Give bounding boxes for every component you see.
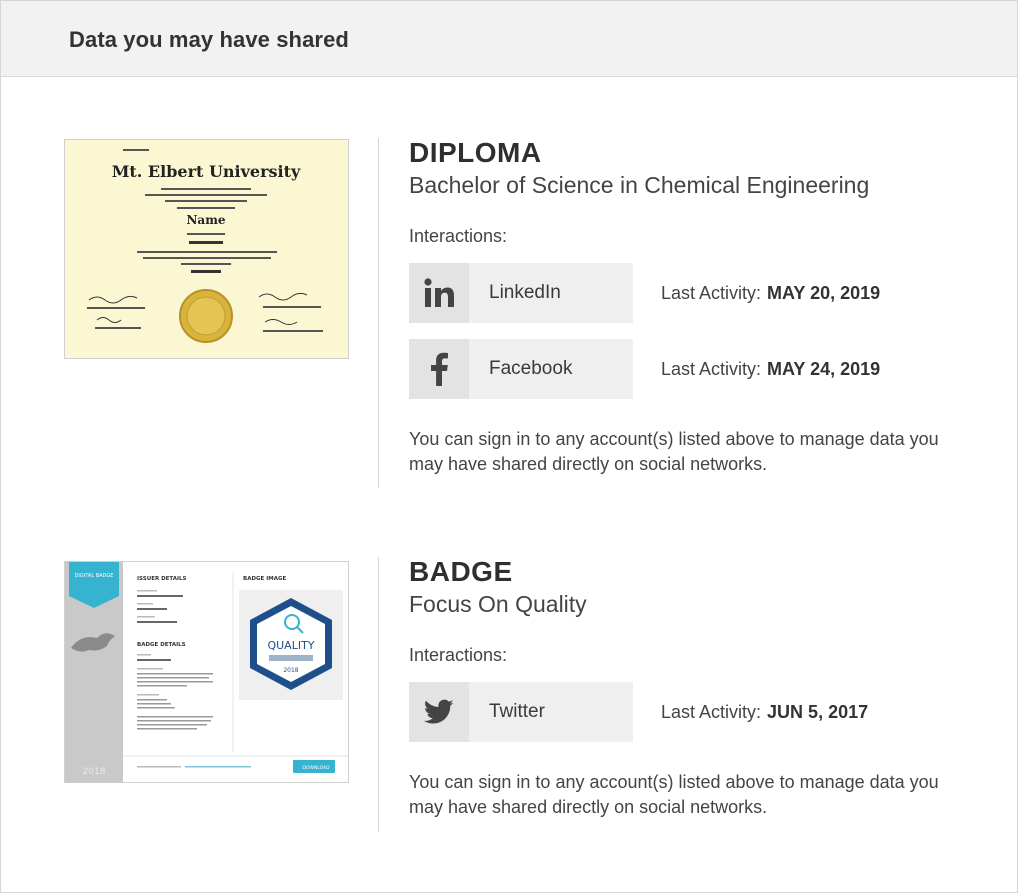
social-network-name: LinkedIn: [489, 282, 561, 303]
shared-data-panel: Data you may have shared Mt. Elbert Univ…: [0, 0, 1018, 893]
twitter-icon: [409, 682, 469, 742]
badge-details-heading: BADGE DETAILS: [137, 642, 186, 648]
credential-type: DIPLOMA: [409, 137, 542, 168]
diploma-thumbnail: Mt. Elbert University Name: [64, 139, 349, 359]
issuer-details-heading: ISSUER DETAILS: [137, 576, 187, 582]
social-network-name: Facebook: [489, 358, 573, 379]
interaction-row-linkedin: LinkedIn Last Activity: MAY 20, 2019: [409, 263, 989, 323]
linkedin-icon: [409, 263, 469, 323]
credential-section-badge: DIGITAL BADGE 2018 ISSUER DETAILS BADGE …: [1, 557, 1017, 832]
section-divider: [378, 557, 379, 832]
credential-name: Bachelor of Science in Chemical Engineer…: [409, 172, 870, 198]
panel-header: Data you may have shared: [1, 1, 1017, 77]
interaction-row-twitter: Twitter Last Activity: JUN 5, 2017: [409, 682, 989, 742]
diploma-image: Mt. Elbert University Name: [65, 140, 348, 358]
manage-data-note: You can sign in to any account(s) listed…: [409, 429, 939, 474]
last-activity-date: JUN 5, 2017: [767, 702, 869, 722]
credential-info: BADGE Focus On Quality Interactions: Twi…: [409, 557, 989, 820]
credential-info: DIPLOMA Bachelor of Science in Chemical …: [409, 138, 989, 477]
last-activity: Last Activity: JUN 5, 2017: [661, 682, 868, 742]
last-activity-label: Last Activity:: [661, 283, 762, 303]
last-activity: Last Activity: MAY 20, 2019: [661, 263, 880, 323]
diploma-recipient: Name: [186, 213, 225, 227]
social-network-name: Twitter: [489, 701, 545, 722]
panel-title: Data you may have shared: [69, 27, 349, 52]
badge-thumbnail: DIGITAL BADGE 2018 ISSUER DETAILS BADGE …: [64, 561, 349, 783]
section-divider: [378, 138, 379, 488]
interaction-row-facebook: Facebook Last Activity: MAY 24, 2019: [409, 339, 989, 399]
last-activity-date: MAY 20, 2019: [767, 283, 881, 303]
credential-name: Focus On Quality: [409, 591, 587, 617]
facebook-button[interactable]: Facebook: [409, 339, 633, 399]
credential-section-diploma: Mt. Elbert University Name DIPLOMA Bache…: [1, 138, 1017, 488]
twitter-button[interactable]: Twitter: [409, 682, 633, 742]
badge-document-image: DIGITAL BADGE 2018 ISSUER DETAILS BADGE …: [65, 562, 348, 782]
badge-image-heading: BADGE IMAGE: [243, 576, 286, 582]
badge-year: 2018: [283, 667, 298, 674]
last-activity-date: MAY 24, 2019: [767, 359, 881, 379]
last-activity: Last Activity: MAY 24, 2019: [661, 339, 880, 399]
interactions-label: Interactions:: [409, 645, 508, 665]
download-label: DOWNLOAD: [302, 765, 330, 771]
linkedin-button[interactable]: LinkedIn: [409, 263, 633, 323]
last-activity-label: Last Activity:: [661, 359, 762, 379]
last-activity-label: Last Activity:: [661, 702, 762, 722]
badge-ribbon-text: DIGITAL BADGE: [75, 573, 114, 579]
facebook-icon: [409, 339, 469, 399]
manage-data-note: You can sign in to any account(s) listed…: [409, 772, 939, 817]
credential-type: BADGE: [409, 556, 513, 587]
diploma-university: Mt. Elbert University: [112, 162, 301, 181]
interactions-label: Interactions:: [409, 226, 508, 246]
badge-thumb-year: 2018: [83, 767, 106, 777]
badge-word: QUALITY: [267, 639, 314, 652]
